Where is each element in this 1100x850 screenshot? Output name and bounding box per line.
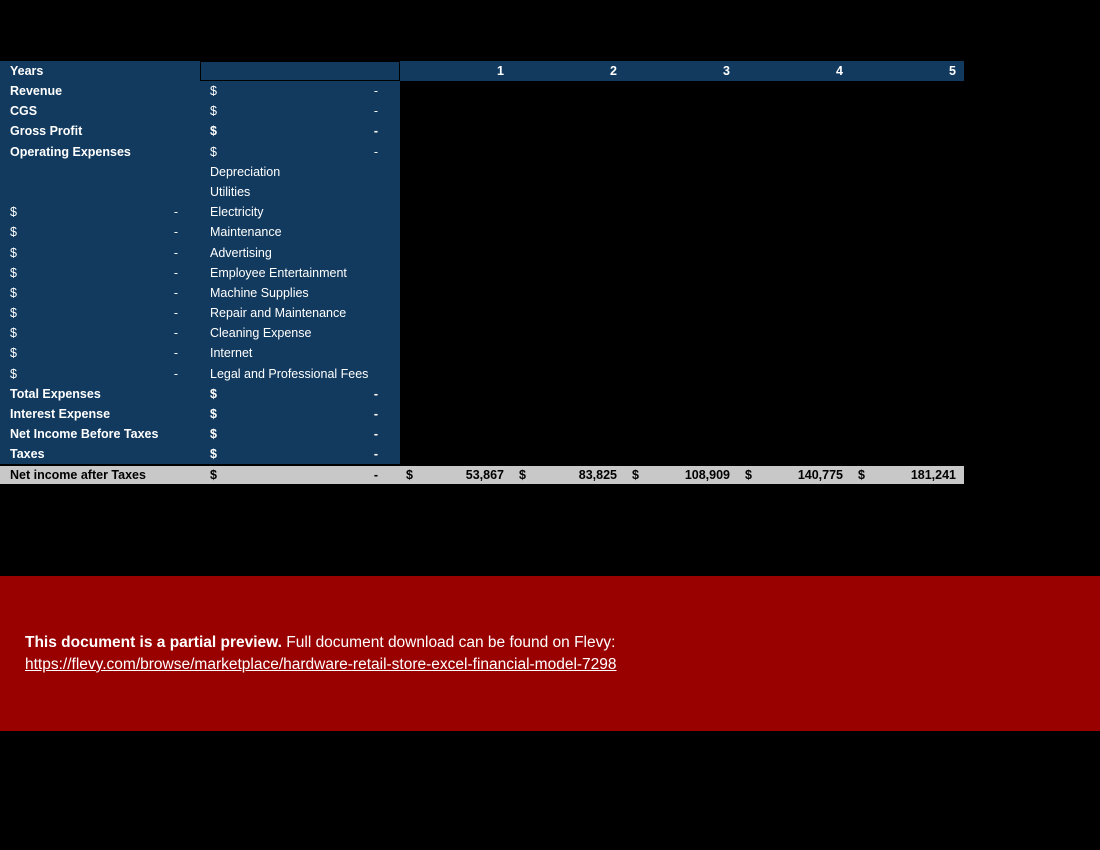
screenshot-root: Years 1 2 3 4 5 Revenue $ - CGS $ - Gross Profit $ - Op… <box>0 0 1100 850</box>
row-mid-value: - <box>373 447 378 462</box>
table-row: Depreciation <box>0 161 964 182</box>
row-label: Total Expenses <box>10 386 101 401</box>
net-income-after-taxes-row: Net income after Taxes $ - $53,867 $83,825 $1… <box>0 464 964 485</box>
table-row: $ - Electricity <box>0 202 964 223</box>
flevy-document-link[interactable]: https://flevy.com/browse/marketplace/har… <box>25 656 617 673</box>
row-left-value: - <box>173 306 178 321</box>
row-navy-panel <box>0 161 400 182</box>
banner-rest-text: Full document download can be found on F… <box>286 634 616 651</box>
expense-item-name: Machine Supplies <box>210 285 309 300</box>
table-row: $ - Advertising <box>0 242 964 263</box>
partial-preview-banner: This document is a partial preview. Full… <box>0 576 1100 731</box>
row-left-value: - <box>173 326 178 341</box>
financial-statement-table: Years 1 2 3 4 5 Revenue $ - CGS $ - Gross Profit $ - Op… <box>0 61 964 465</box>
table-row: Utilities <box>0 181 964 203</box>
year-column-header-3: 3 <box>723 64 730 78</box>
header-empty-cell <box>200 61 400 81</box>
row-mid-value: - <box>373 124 378 139</box>
table-row: Net Income Before Taxes $ - <box>0 424 964 445</box>
table-row: $ - Internet <box>0 343 964 364</box>
header-years-label: Years <box>10 64 44 78</box>
expense-item-name: Legal and Professional Fees <box>210 366 369 381</box>
total-row-value-year-3: 108,909 <box>684 468 730 482</box>
row-left-value: - <box>173 366 178 381</box>
table-row: Gross Profit $ - <box>0 121 964 142</box>
table-header-row: Years 1 2 3 4 5 <box>0 61 964 82</box>
row-mid-value: - <box>373 144 378 159</box>
row-left-value: - <box>173 285 178 300</box>
total-row-value-year-4: 140,775 <box>797 468 843 482</box>
table-row: $ - Machine Supplies <box>0 282 964 304</box>
row-label: Net Income Before Taxes <box>10 427 159 442</box>
total-row-label: Net income after Taxes <box>10 468 146 482</box>
expense-item-name: Maintenance <box>210 225 282 240</box>
table-row: $ - Legal and Professional Fees <box>0 363 964 384</box>
year-column-header-4: 4 <box>836 64 843 78</box>
year-column-header-5: 5 <box>949 64 956 78</box>
year-column-header-2: 2 <box>610 64 617 78</box>
row-left-value: - <box>173 265 178 280</box>
table-row: Operating Expenses $ - <box>0 141 964 162</box>
expense-item-name: Internet <box>210 346 253 361</box>
year-column-header-1: 1 <box>497 64 504 78</box>
total-row-mid-value: - <box>373 468 378 482</box>
row-left-value: - <box>173 205 178 220</box>
table-row: $ - Cleaning Expense <box>0 323 964 344</box>
row-label: Operating Expenses <box>10 144 131 159</box>
total-row-value-year-5: 181,241 <box>910 468 956 482</box>
table-row: Interest Expense $ - <box>0 404 964 425</box>
row-label: CGS <box>10 104 38 119</box>
expense-item-name: Electricity <box>210 205 264 220</box>
row-label: Gross Profit <box>10 124 83 139</box>
table-row: $ - Maintenance <box>0 222 964 243</box>
row-mid-value: - <box>373 427 378 442</box>
expense-item-name: Repair and Maintenance <box>210 306 347 321</box>
banner-headline: This document is a partial preview. Full… <box>25 634 615 652</box>
expense-item-name: Employee Entertainment <box>210 265 347 280</box>
table-row: CGS $ - <box>0 101 964 122</box>
row-label: Revenue <box>10 84 63 98</box>
row-mid-value: - <box>373 407 378 421</box>
total-row-value-year-1: 53,867 <box>465 468 504 482</box>
table-row: $ - Employee Entertainment <box>0 262 964 283</box>
expense-item-name: Cleaning Expense <box>210 326 312 341</box>
row-left-value: - <box>173 225 178 240</box>
row-navy-panel <box>0 181 400 203</box>
table-row: $ - Repair and Maintenance <box>0 303 964 324</box>
row-label: Taxes <box>10 447 45 462</box>
table-row: Total Expenses $ - <box>0 383 964 404</box>
banner-strong-text: This document is a partial preview. <box>25 634 282 651</box>
row-label: Interest Expense <box>10 407 111 421</box>
row-left-value: - <box>173 245 178 260</box>
table-row: Taxes $ - <box>0 444 964 465</box>
table-row: Revenue $ - <box>0 81 964 102</box>
total-row-value-year-2: 83,825 <box>578 468 617 482</box>
expense-item-name: Depreciation <box>210 164 281 179</box>
expense-item-name: Utilities <box>210 184 251 199</box>
row-mid-value: - <box>373 104 378 119</box>
expense-item-name: Advertising <box>210 245 272 260</box>
row-mid-value: - <box>373 386 378 401</box>
row-mid-value: - <box>373 84 378 98</box>
row-left-value: - <box>173 346 178 361</box>
banner-url-line: https://flevy.com/browse/marketplace/har… <box>25 656 617 674</box>
